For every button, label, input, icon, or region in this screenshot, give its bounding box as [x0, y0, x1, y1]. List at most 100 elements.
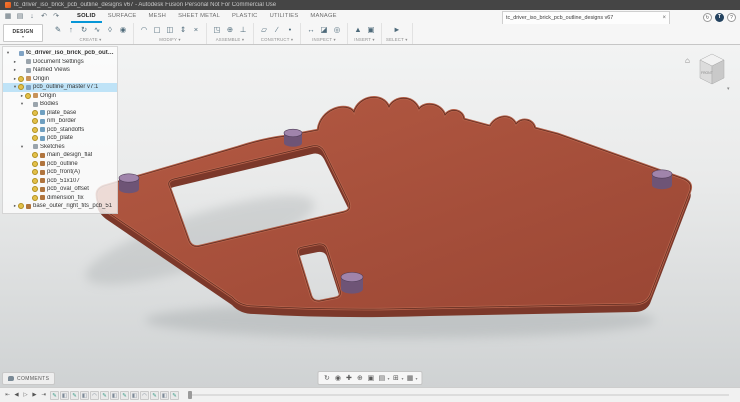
ribbon-group-label[interactable]: INSERT ▾ [352, 36, 377, 44]
browser-row[interactable]: rim_border [3, 117, 117, 126]
create-sketch-icon[interactable]: ✎ [52, 24, 64, 35]
zoom-icon[interactable]: ⊕ [355, 373, 364, 384]
browser-row[interactable]: ▸Origin [3, 92, 117, 101]
timeline-extrude-4[interactable]: ◧ [130, 391, 139, 400]
browser-row[interactable]: pcb_standoffs [3, 126, 117, 135]
display-settings-icon[interactable]: ▤ [377, 373, 386, 384]
comments-bar[interactable]: COMMENTS [2, 372, 55, 385]
chevron-down-icon[interactable]: ▾ [387, 376, 389, 381]
job-status-icon[interactable]: ↻ [703, 13, 712, 22]
timeline-sketch-6[interactable]: ✎ [170, 391, 179, 400]
visibility-icon[interactable] [18, 76, 24, 82]
hole-icon[interactable]: ◉ [117, 24, 129, 35]
browser-row[interactable]: ▾pcb_outline_master v7:1 [3, 83, 117, 92]
step-forward-button[interactable]: ▶ [30, 390, 39, 400]
axis-icon[interactable]: ∕ [271, 24, 283, 35]
timeline-extrude-1[interactable]: ◧ [60, 391, 69, 400]
visibility-icon[interactable] [25, 93, 31, 99]
browser-row[interactable]: pcb_front(A) [3, 168, 117, 177]
timeline-fillet-2[interactable]: ◠ [140, 391, 149, 400]
ribbon-tab-utilities[interactable]: UTILITIES [264, 10, 305, 23]
visibility-icon[interactable] [32, 186, 38, 192]
browser-row[interactable]: plate_base [3, 109, 117, 118]
timeline-sketch-2[interactable]: ✎ [70, 391, 79, 400]
expander-icon[interactable]: ▾ [5, 50, 11, 56]
standoff-4[interactable] [341, 284, 363, 293]
standoff-3[interactable] [652, 181, 672, 189]
view-cube[interactable]: ⌂ FRONT ▾ [684, 50, 734, 92]
visibility-icon[interactable] [32, 110, 38, 116]
ribbon-tab-sheet-metal[interactable]: SHEET METAL [172, 10, 226, 23]
timeline-sketch-5[interactable]: ✎ [150, 391, 159, 400]
select-icon[interactable]: ► [391, 24, 403, 35]
save-icon[interactable]: ↓ [27, 11, 37, 22]
play-button[interactable]: ▷ [21, 390, 30, 400]
timeline-sketch-1[interactable]: ✎ [50, 391, 59, 400]
timeline-scrubber-handle[interactable] [188, 391, 192, 399]
standoff-1[interactable] [119, 174, 139, 182]
ribbon-tab-manage[interactable]: MANAGE [304, 10, 342, 23]
ribbon-group-label[interactable]: INSPECT ▾ [305, 36, 343, 44]
go-to-start-button[interactable]: ⇤ [3, 390, 12, 400]
joint-icon[interactable]: ⊕ [224, 24, 236, 35]
file-icon[interactable]: ▤ [15, 11, 25, 22]
revolve-icon[interactable]: ↻ [78, 24, 90, 35]
chevron-down-icon[interactable]: ▾ [416, 376, 418, 381]
browser-row[interactable]: pcb_51x107 [3, 177, 117, 186]
ribbon-tab-surface[interactable]: SURFACE [102, 10, 143, 23]
browser-row[interactable]: ▸base_outer_right_fits_pcb_51 [3, 202, 117, 211]
combine-icon[interactable]: ◫ [164, 24, 176, 35]
ground-icon[interactable]: ⊥ [237, 24, 249, 35]
new-component-icon[interactable]: ◳ [211, 24, 223, 35]
undo-icon[interactable]: ↶ [39, 11, 49, 22]
visibility-icon[interactable] [32, 178, 38, 184]
shell-icon[interactable]: ▢ [151, 24, 163, 35]
workspace-switcher[interactable]: DESIGN ▾ [3, 24, 43, 42]
ribbon-group-label[interactable]: SELECT ▾ [386, 36, 408, 44]
standoff-2[interactable] [284, 139, 302, 147]
section-analysis-icon[interactable]: ◪ [318, 24, 330, 35]
visibility-icon[interactable] [32, 127, 38, 133]
delete-icon[interactable]: × [190, 24, 202, 35]
home-icon[interactable]: ⌂ [685, 56, 690, 65]
grid-settings-icon[interactable]: ⊞ [391, 373, 400, 384]
browser-row[interactable]: ▾Bodies [3, 100, 117, 109]
browser-row[interactable]: main_design_flat [3, 151, 117, 160]
data-panel-icon[interactable]: ▦ [3, 11, 13, 22]
visibility-icon[interactable] [18, 203, 24, 209]
orbit-icon[interactable]: ↻ [322, 373, 331, 384]
display-analysis-icon[interactable]: ◎ [331, 24, 343, 35]
viewcube-menu-icon[interactable]: ▾ [727, 86, 730, 92]
visibility-icon[interactable] [32, 169, 38, 175]
visibility-icon[interactable] [32, 152, 38, 158]
fit-icon[interactable]: ▣ [366, 373, 375, 384]
browser-row[interactable]: dimension_fix [3, 194, 117, 203]
visibility-icon[interactable] [32, 135, 38, 141]
browser-row[interactable]: ▸Origin [3, 75, 117, 84]
browser-row[interactable]: pcb_oval_offset [3, 185, 117, 194]
standoff-3[interactable] [652, 170, 672, 178]
ribbon-group-label[interactable]: ASSEMBLE ▾ [211, 36, 249, 44]
visibility-icon[interactable] [32, 161, 38, 167]
loft-icon[interactable]: ◊ [104, 24, 116, 35]
browser-row[interactable]: ▾tc_driver_iso_brick_pcb_outline_designs… [3, 49, 117, 58]
measure-icon[interactable]: ↔ [305, 24, 317, 35]
expander-icon[interactable]: ▾ [19, 144, 25, 150]
redo-icon[interactable]: ↷ [51, 11, 61, 22]
fillet-icon[interactable]: ◠ [138, 24, 150, 35]
plane-icon[interactable]: ▱ [258, 24, 270, 35]
sweep-icon[interactable]: ∿ [91, 24, 103, 35]
help-icon[interactable]: ? [727, 13, 736, 22]
timeline-extrude-2[interactable]: ◧ [80, 391, 89, 400]
insert-mesh-icon[interactable]: ▲ [352, 24, 364, 35]
chevron-down-icon[interactable]: ▾ [401, 376, 403, 381]
timeline-sketch-4[interactable]: ✎ [120, 391, 129, 400]
pan-icon[interactable]: ✚ [344, 373, 353, 384]
browser-row[interactable]: pcb_outline [3, 160, 117, 169]
ribbon-group-label[interactable]: CONSTRUCT ▾ [258, 36, 296, 44]
visibility-icon[interactable] [32, 195, 38, 201]
timeline-extrude-5[interactable]: ◧ [160, 391, 169, 400]
expander-icon[interactable]: ▸ [12, 59, 18, 65]
ribbon-tab-mesh[interactable]: MESH [143, 10, 173, 23]
browser-row[interactable]: ▸Document Settings [3, 58, 117, 67]
